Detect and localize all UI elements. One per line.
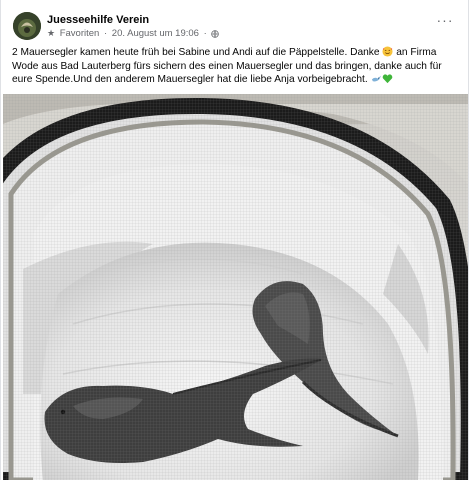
avatar-image: [13, 12, 41, 40]
page-name-link[interactable]: Juesseehilfe Verein: [47, 14, 149, 26]
meta-separator-2: ·: [203, 28, 207, 39]
more-options-button[interactable]: ···: [434, 13, 456, 32]
smiling-face-with-hearts-icon: [382, 46, 393, 57]
page-avatar[interactable]: [13, 12, 41, 40]
post-meta: ★ Favoriten · 20. August um 19:06 ·: [47, 28, 220, 39]
bird-icon: [371, 75, 381, 82]
meta-separator: ·: [103, 28, 108, 39]
post-photo[interactable]: [3, 94, 468, 480]
public-globe-icon: [211, 29, 220, 38]
swifts-in-enclosure-image: [3, 94, 468, 480]
green-heart-icon: [382, 74, 392, 84]
post-body-text: 2 Mauersegler kamen heute früh bei Sabin…: [12, 46, 458, 87]
audience-label: Favoriten: [59, 28, 100, 39]
post-timestamp[interactable]: 20. August um 19:06: [112, 28, 199, 39]
favorites-star-icon: ★: [47, 28, 56, 38]
post-header: Juesseehilfe Verein ★ Favoriten · 20. Au…: [13, 12, 456, 42]
facebook-post: Juesseehilfe Verein ★ Favoriten · 20. Au…: [0, 0, 469, 480]
post-text-part-1: 2 Mauersegler kamen heute früh bei Sabin…: [12, 47, 383, 58]
